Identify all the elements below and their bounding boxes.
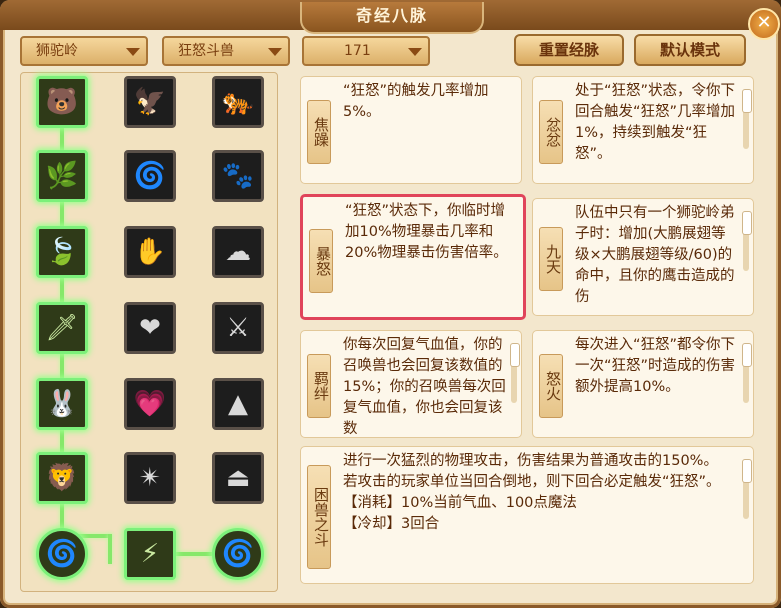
talent-icon: ⏏ xyxy=(225,463,251,493)
tree-link xyxy=(108,534,112,564)
talent-node[interactable]: ⏏ xyxy=(212,452,264,504)
beast-dropdown[interactable]: 狂怒斗兽 xyxy=(162,36,290,66)
skill-card[interactable]: 怒火 每次进入“狂怒”都令你下一次“狂怒”时造成的伤害额外提高10%。 xyxy=(532,330,754,438)
talent-icon: 🐅 xyxy=(221,87,255,117)
tree-link xyxy=(60,202,64,226)
chevron-down-icon xyxy=(408,48,422,56)
school-dropdown[interactable]: 狮驼岭 xyxy=(20,36,148,66)
talent-node[interactable]: 🦁 xyxy=(36,452,88,504)
talent-node[interactable]: 🌀 xyxy=(212,528,264,580)
level-dropdown[interactable]: 171 xyxy=(302,36,430,66)
skill-card[interactable]: 暴怒 “狂怒”状态下，你临时增加10%物理暴击几率和20%物理暴击伤害倍率。 xyxy=(300,194,526,320)
talent-node[interactable]: ✋ xyxy=(124,226,176,278)
talent-icon: 🌀 xyxy=(133,161,167,191)
talent-icon: 🗡 xyxy=(45,313,79,343)
skill-description: 进行一次猛烈的物理攻击，伤害结果为普通攻击的150%。 若攻击的玩家单位当回合倒… xyxy=(343,453,721,532)
close-icon[interactable]: ✕ xyxy=(748,8,780,40)
talent-icon: 🐰 xyxy=(45,389,79,419)
scrollbar[interactable] xyxy=(510,343,520,403)
talent-node[interactable]: 🗡 xyxy=(36,302,88,354)
talent-icon: 💗 xyxy=(133,389,167,419)
talent-icon: ✴ xyxy=(139,463,161,493)
skill-description: 你每次回复气血值，你的召唤兽也会回复该数值的15%；你的召唤兽每次回复气血值，你… xyxy=(343,337,506,437)
talent-icon: 🦅 xyxy=(133,87,167,117)
talent-icon: 🌿 xyxy=(45,161,79,191)
talent-node[interactable]: 🐅 xyxy=(212,76,264,128)
skill-name: 忿忿 xyxy=(539,100,563,164)
skill-name: 怒火 xyxy=(539,354,563,418)
window-title: 奇经八脉 xyxy=(300,2,484,34)
talent-icon: ▲ xyxy=(228,389,248,419)
talent-icon: 🌀 xyxy=(45,539,79,569)
school-dropdown-value: 狮驼岭 xyxy=(36,43,78,59)
talent-icon: 🐾 xyxy=(221,161,255,191)
skill-name: 九天 xyxy=(539,227,563,291)
tree-link xyxy=(176,552,212,556)
skill-name: 羁绊 xyxy=(307,354,331,418)
talent-icon: ✋ xyxy=(133,237,167,267)
talent-node[interactable]: 💗 xyxy=(124,378,176,430)
scrollbar[interactable] xyxy=(742,343,752,403)
talent-icon: ⚡ xyxy=(140,539,160,569)
scrollbar[interactable] xyxy=(742,89,752,149)
talent-node[interactable]: 🦅 xyxy=(124,76,176,128)
default-mode-button[interactable]: 默认模式 xyxy=(634,34,746,66)
talent-node[interactable]: ▲ xyxy=(212,378,264,430)
talent-icon: ☁ xyxy=(225,237,251,267)
skill-card[interactable]: 忿忿 处于“狂怒”状态，令你下回合触发“狂怒”几率增加1%，持续到触发“狂怒”。 xyxy=(532,76,754,184)
talent-node[interactable]: ⚡ xyxy=(124,528,176,580)
talent-node[interactable]: 🌿 xyxy=(36,150,88,202)
skill-description: 处于“狂怒”状态，令你下回合触发“狂怒”几率增加1%，持续到触发“狂怒”。 xyxy=(575,83,736,162)
beast-dropdown-value: 狂怒斗兽 xyxy=(178,43,234,59)
talent-icon: 🌀 xyxy=(221,539,255,569)
tree-link xyxy=(60,278,64,302)
scrollbar[interactable] xyxy=(742,459,752,519)
talent-icon: 🍃 xyxy=(45,237,79,267)
skill-card[interactable]: 九天 队伍中只有一个狮驼岭弟子时：增加(大鹏展翅等级×大鹏展翅等级/60)的命中，… xyxy=(532,198,754,316)
chevron-down-icon xyxy=(268,48,282,56)
talent-node[interactable]: 🌀 xyxy=(124,150,176,202)
tree-link xyxy=(60,128,64,150)
skill-name: 焦躁 xyxy=(307,100,331,164)
tree-link xyxy=(60,354,64,378)
skill-card[interactable]: 焦躁 “狂怒”的触发几率增加5%。 xyxy=(300,76,522,184)
talent-icon: ⚔ xyxy=(226,313,250,343)
talent-node[interactable]: 🍃 xyxy=(36,226,88,278)
skill-card[interactable]: 困兽之斗 进行一次猛烈的物理攻击，伤害结果为普通攻击的150%。 若攻击的玩家单位… xyxy=(300,446,754,584)
talent-node[interactable]: 🌀 xyxy=(36,528,88,580)
skill-description: “狂怒”状态下，你临时增加10%物理暴击几率和20%物理暴击伤害倍率。 xyxy=(345,203,508,261)
skill-description: 队伍中只有一个狮驼岭弟子时：增加(大鹏展翅等级×大鹏展翅等级/60)的命中，且你… xyxy=(575,205,735,305)
skill-name: 困兽之斗 xyxy=(307,465,331,569)
talent-icon: 🐻 xyxy=(45,87,79,117)
talent-node[interactable]: 🐾 xyxy=(212,150,264,202)
talent-node[interactable]: 🐻 xyxy=(36,76,88,128)
skill-card[interactable]: 羁绊 你每次回复气血值，你的召唤兽也会回复该数值的15%；你的召唤兽每次回复气血值… xyxy=(300,330,522,438)
skill-description: “狂怒”的触发几率增加5%。 xyxy=(343,83,489,120)
reset-meridian-button[interactable]: 重置经脉 xyxy=(514,34,624,66)
scrollbar[interactable] xyxy=(742,211,752,271)
tree-link xyxy=(60,430,64,452)
talent-node[interactable]: ☁ xyxy=(212,226,264,278)
skill-description: 每次进入“狂怒”都令你下一次“狂怒”时造成的伤害额外提高10%。 xyxy=(575,337,736,395)
chevron-down-icon xyxy=(126,48,140,56)
talent-node[interactable]: ⚔ xyxy=(212,302,264,354)
talent-icon: 🦁 xyxy=(45,463,79,493)
talent-node[interactable]: 🐰 xyxy=(36,378,88,430)
talent-node[interactable]: ❤ xyxy=(124,302,176,354)
level-dropdown-value: 171 xyxy=(344,43,371,59)
meridian-window: 奇经八脉 ✕ 狮驼岭 狂怒斗兽 171 重置经脉 默认模式 🐻 🦅 🐅 🌿 🌀 🐾 🍃 ✋ ☁ 🗡… xyxy=(0,0,781,608)
skill-name: 暴怒 xyxy=(309,229,333,293)
talent-node[interactable]: ✴ xyxy=(124,452,176,504)
talent-icon: ❤ xyxy=(139,313,161,343)
